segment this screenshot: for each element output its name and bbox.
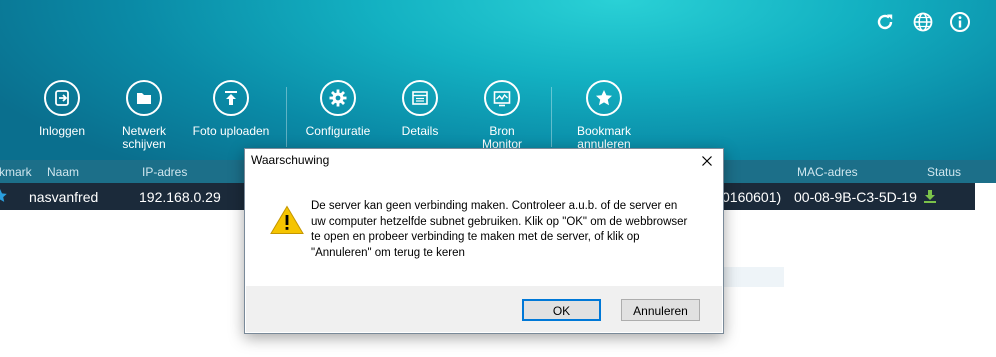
dialog-footer: OK Annuleren (246, 286, 722, 332)
star-icon (586, 80, 622, 116)
server-name: nasvanfred (29, 189, 99, 205)
upload-icon (213, 80, 249, 116)
column-header-bookmark[interactable]: kmark (0, 165, 32, 179)
gear-icon (320, 80, 356, 116)
dialog-message: De server kan geen verbinding maken. Con… (311, 200, 688, 259)
column-header-mac[interactable]: MAC-adres (797, 165, 858, 179)
column-header-status[interactable]: Status (927, 165, 961, 179)
details-icon (402, 80, 438, 116)
network-drives-button[interactable]: Netwerk schijven (108, 80, 180, 151)
resource-monitor-button[interactable]: Bron Monitor (470, 80, 534, 151)
column-header-name[interactable]: Naam (47, 165, 79, 179)
info-icon[interactable] (949, 11, 971, 33)
details-button[interactable]: Details (392, 80, 448, 138)
warning-dialog: Waarschuwing De server kan geen verbindi… (244, 148, 724, 334)
monitor-icon (484, 80, 520, 116)
network-drives-label: Netwerk schijven (121, 124, 166, 151)
login-button[interactable]: Inloggen (27, 80, 97, 138)
close-icon[interactable] (697, 151, 717, 171)
bookmark-star-icon[interactable] (0, 188, 8, 205)
login-icon (44, 80, 80, 116)
server-version: 0160601) (722, 189, 782, 205)
cancel-bookmark-button[interactable]: Bookmark annuleren (569, 80, 639, 151)
details-label: Details (401, 124, 439, 138)
top-banner: Inloggen Netwerk schijven Foto uploaden … (0, 0, 996, 160)
server-ip: 192.168.0.29 (139, 189, 221, 205)
dialog-title: Waarschuwing (251, 153, 330, 167)
toolbar-divider (551, 87, 552, 147)
folder-icon (126, 80, 162, 116)
globe-icon[interactable] (912, 11, 934, 33)
refresh-icon[interactable] (874, 11, 896, 33)
warning-icon (270, 205, 304, 235)
configuration-button[interactable]: Configuratie (299, 80, 377, 138)
cancel-button[interactable]: Annuleren (621, 299, 700, 321)
toolbar-divider (286, 87, 287, 147)
column-header-ip[interactable]: IP-adres (142, 165, 187, 179)
download-status-icon[interactable] (923, 189, 937, 206)
login-label: Inloggen (38, 124, 86, 138)
upload-photo-button[interactable]: Foto uploaden (186, 80, 276, 138)
server-mac: 00-08-9B-C3-5D-19 (794, 189, 917, 205)
ok-button[interactable]: OK (522, 299, 601, 321)
configuration-label: Configuratie (305, 124, 371, 138)
upload-photo-label: Foto uploaden (192, 124, 270, 138)
